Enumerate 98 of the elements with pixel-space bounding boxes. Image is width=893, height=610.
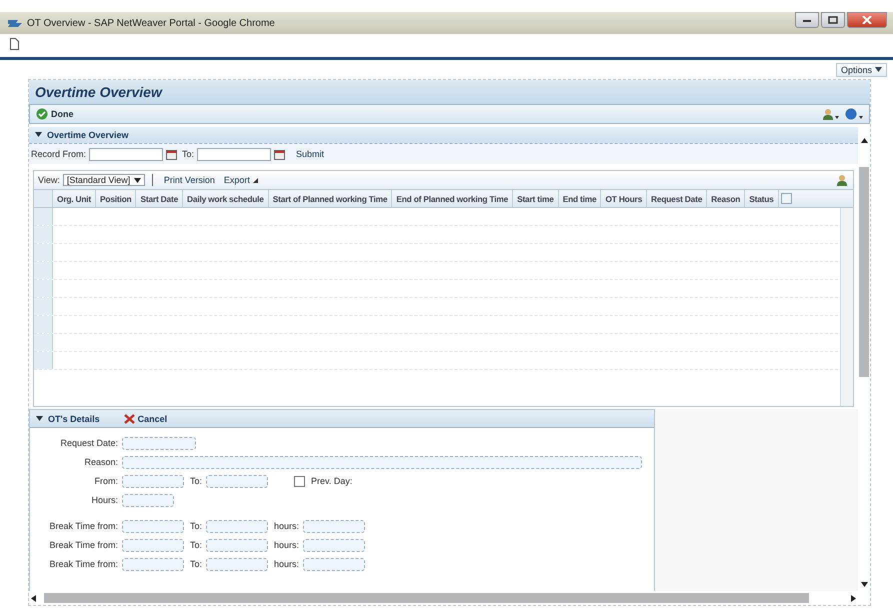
calendar-icon[interactable] [274,148,286,160]
scroll-left-icon[interactable] [31,594,36,602]
print-version-link[interactable]: Print Version [164,175,215,185]
cross-icon [124,414,135,424]
hours-label: Hours: [90,495,118,505]
column-header[interactable]: End of Planned working Time [392,190,514,207]
row-selector[interactable] [34,208,53,225]
reason-field[interactable] [122,456,642,468]
break-hours-label: hours: [274,559,300,569]
from-label: From: [94,476,118,486]
window-title: OT Overview - SAP NetWeaver Portal - Google Chrome [27,18,275,28]
break-hours-field[interactable] [303,538,366,552]
help-icon [845,108,863,120]
row-selector[interactable] [34,226,53,243]
table-scrollbar[interactable] [840,208,853,406]
break-to-field[interactable] [206,538,268,552]
select-all-cell[interactable] [34,190,53,207]
row-selector[interactable] [34,334,53,351]
caret-icon [875,67,882,72]
section-toggle[interactable]: Overtime Overview [35,130,129,140]
record-from-label: Record From: [31,149,86,159]
break-to-label: To: [190,559,202,569]
request-date-field[interactable] [122,436,196,450]
row-selector[interactable] [34,298,53,315]
to-field[interactable] [206,474,268,488]
checkmark-icon [36,108,48,120]
row-selector[interactable] [34,280,53,297]
options-button[interactable]: Options [836,62,887,76]
break-to-label: To: [190,521,202,531]
break-hours-field[interactable] [303,520,366,532]
row-selector[interactable] [34,244,53,261]
submit-button[interactable]: Submit [296,149,324,159]
break-from-field[interactable] [122,558,184,570]
caret-icon [252,178,258,182]
break-to-field[interactable] [206,520,268,532]
details-toggle[interactable]: OT's Details [36,414,100,424]
column-header[interactable]: Daily work schedule [183,190,269,207]
break-from-field[interactable] [122,538,184,552]
maximize-button[interactable] [821,12,845,28]
row-selector[interactable] [34,316,53,333]
record-from-field[interactable] [89,148,164,160]
minimize-button[interactable] [795,12,819,28]
break-to-field[interactable] [206,558,268,570]
column-header[interactable]: Org. Unit [53,190,96,207]
break-from-field[interactable] [122,520,184,532]
break-from-label: Break Time from: [48,540,118,550]
column-header[interactable]: Start of Planned working Time [268,190,392,207]
scroll-right-icon[interactable] [851,594,856,602]
caret-icon [134,178,141,182]
row-selector[interactable] [34,352,53,369]
column-header[interactable]: End time [558,190,602,207]
caret-icon [35,132,42,138]
done-button[interactable]: Done [36,108,74,120]
scroll-up-icon[interactable] [860,138,868,143]
to-label: To: [182,149,194,159]
prev-day-checkbox[interactable] [294,476,306,486]
calendar-icon[interactable] [166,148,178,160]
column-header[interactable]: Status [745,190,779,207]
view-label: View: [38,175,60,185]
help-button[interactable] [845,108,863,120]
view-dropdown[interactable]: [Standard View] [62,174,145,186]
vertical-scrollbar[interactable] [859,167,869,377]
break-from-label: Break Time from: [48,521,118,531]
break-to-label: To: [190,540,202,550]
export-menu[interactable]: Export [224,175,258,185]
from-field[interactable] [122,474,184,488]
user-menu-button[interactable] [823,108,839,120]
column-selector[interactable] [780,193,792,204]
prev-day-label: Prev. Day: [311,476,352,486]
page-title: Overtime Overview [29,80,870,104]
to-label: To: [190,476,202,486]
break-hours-label: hours: [274,540,300,550]
maximize-icon [828,16,838,24]
close-button[interactable] [847,12,887,28]
column-header[interactable]: OT Hours [601,190,648,207]
column-header[interactable]: Reason [707,190,746,207]
column-header[interactable]: Request Date [647,190,708,207]
horizontal-scrollbar[interactable] [44,593,809,603]
column-header[interactable]: Start time [513,190,559,207]
row-selector[interactable] [34,262,53,279]
break-hours-field[interactable] [303,558,366,570]
cancel-button[interactable]: Cancel [124,414,168,424]
record-to-field[interactable] [197,148,272,160]
minimize-icon [802,17,812,23]
scroll-down-icon[interactable] [860,582,868,587]
request-date-label: Request Date: [59,438,118,448]
column-header[interactable]: Start Date [136,190,184,207]
caret-icon [36,416,43,422]
portal-icon [8,18,22,28]
hours-field[interactable] [122,494,174,506]
column-header[interactable]: Position [96,190,136,207]
break-hours-label: hours: [274,521,300,531]
close-icon [862,16,872,24]
user-icon [823,108,839,120]
break-from-label: Break Time from: [48,559,118,569]
page-icon [10,38,19,50]
reason-label: Reason: [83,457,118,467]
user-settings-icon[interactable] [837,174,849,186]
